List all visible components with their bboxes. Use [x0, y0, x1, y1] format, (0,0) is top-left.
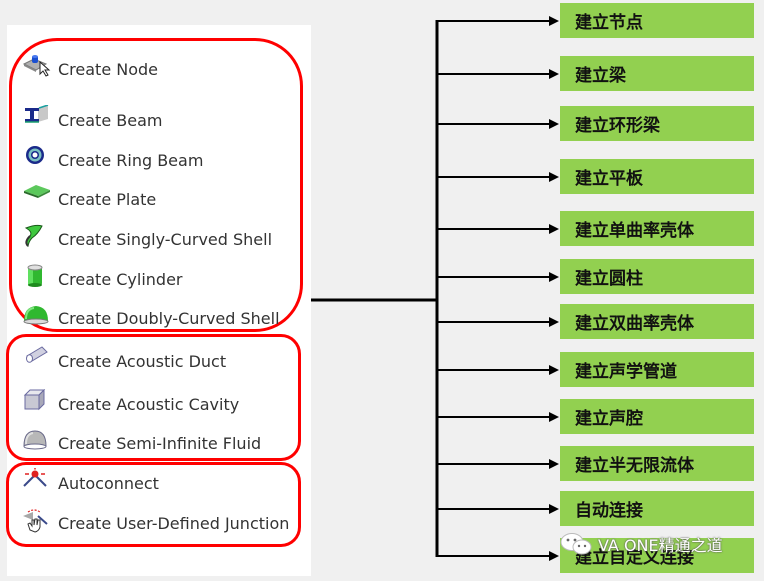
arrow-head	[549, 224, 559, 234]
translation-box: 建立单曲率壳体	[560, 211, 754, 246]
translation-label: 建立平板	[575, 169, 643, 189]
arrow-head	[549, 317, 559, 327]
arrow-head	[549, 69, 559, 79]
arrow-head	[549, 172, 559, 182]
arrow-head	[549, 272, 559, 282]
translation-box: 建立节点	[560, 3, 754, 38]
translation-box: 建立环形梁	[560, 106, 754, 141]
translation-box: 建立圆柱	[560, 259, 754, 294]
translation-label: 建立圆柱	[575, 269, 643, 289]
watermark-text: VA ONE精通之道	[598, 536, 723, 555]
translation-box: 建立双曲率壳体	[560, 304, 754, 339]
translation-box: 建立半无限流体	[560, 446, 754, 481]
watermark: VA ONE精通之道	[560, 532, 723, 556]
arrow-head	[549, 551, 559, 561]
translation-label: 建立环形梁	[575, 116, 660, 136]
translation-box: 建立声腔	[560, 399, 754, 434]
translation-label: 自动连接	[575, 501, 643, 521]
translation-label: 建立节点	[575, 13, 643, 33]
translation-box: 自动连接	[560, 491, 754, 526]
translation-label: 建立单曲率壳体	[575, 221, 694, 241]
arrow-head	[549, 119, 559, 129]
translation-label: 建立声腔	[575, 409, 643, 429]
translation-box: 建立声学管道	[560, 352, 754, 387]
translation-label: 建立半无限流体	[575, 456, 694, 476]
wechat-icon	[560, 532, 594, 556]
arrow-head	[549, 459, 559, 469]
arrow-head	[549, 16, 559, 26]
translation-box: 建立梁	[560, 56, 754, 91]
arrow-head	[549, 412, 559, 422]
translation-label: 建立声学管道	[575, 362, 677, 382]
translation-label: 建立梁	[575, 66, 626, 86]
arrow-head	[549, 365, 559, 375]
translation-label: 建立双曲率壳体	[575, 314, 694, 334]
arrow-head	[549, 504, 559, 514]
translation-box: 建立平板	[560, 159, 754, 194]
